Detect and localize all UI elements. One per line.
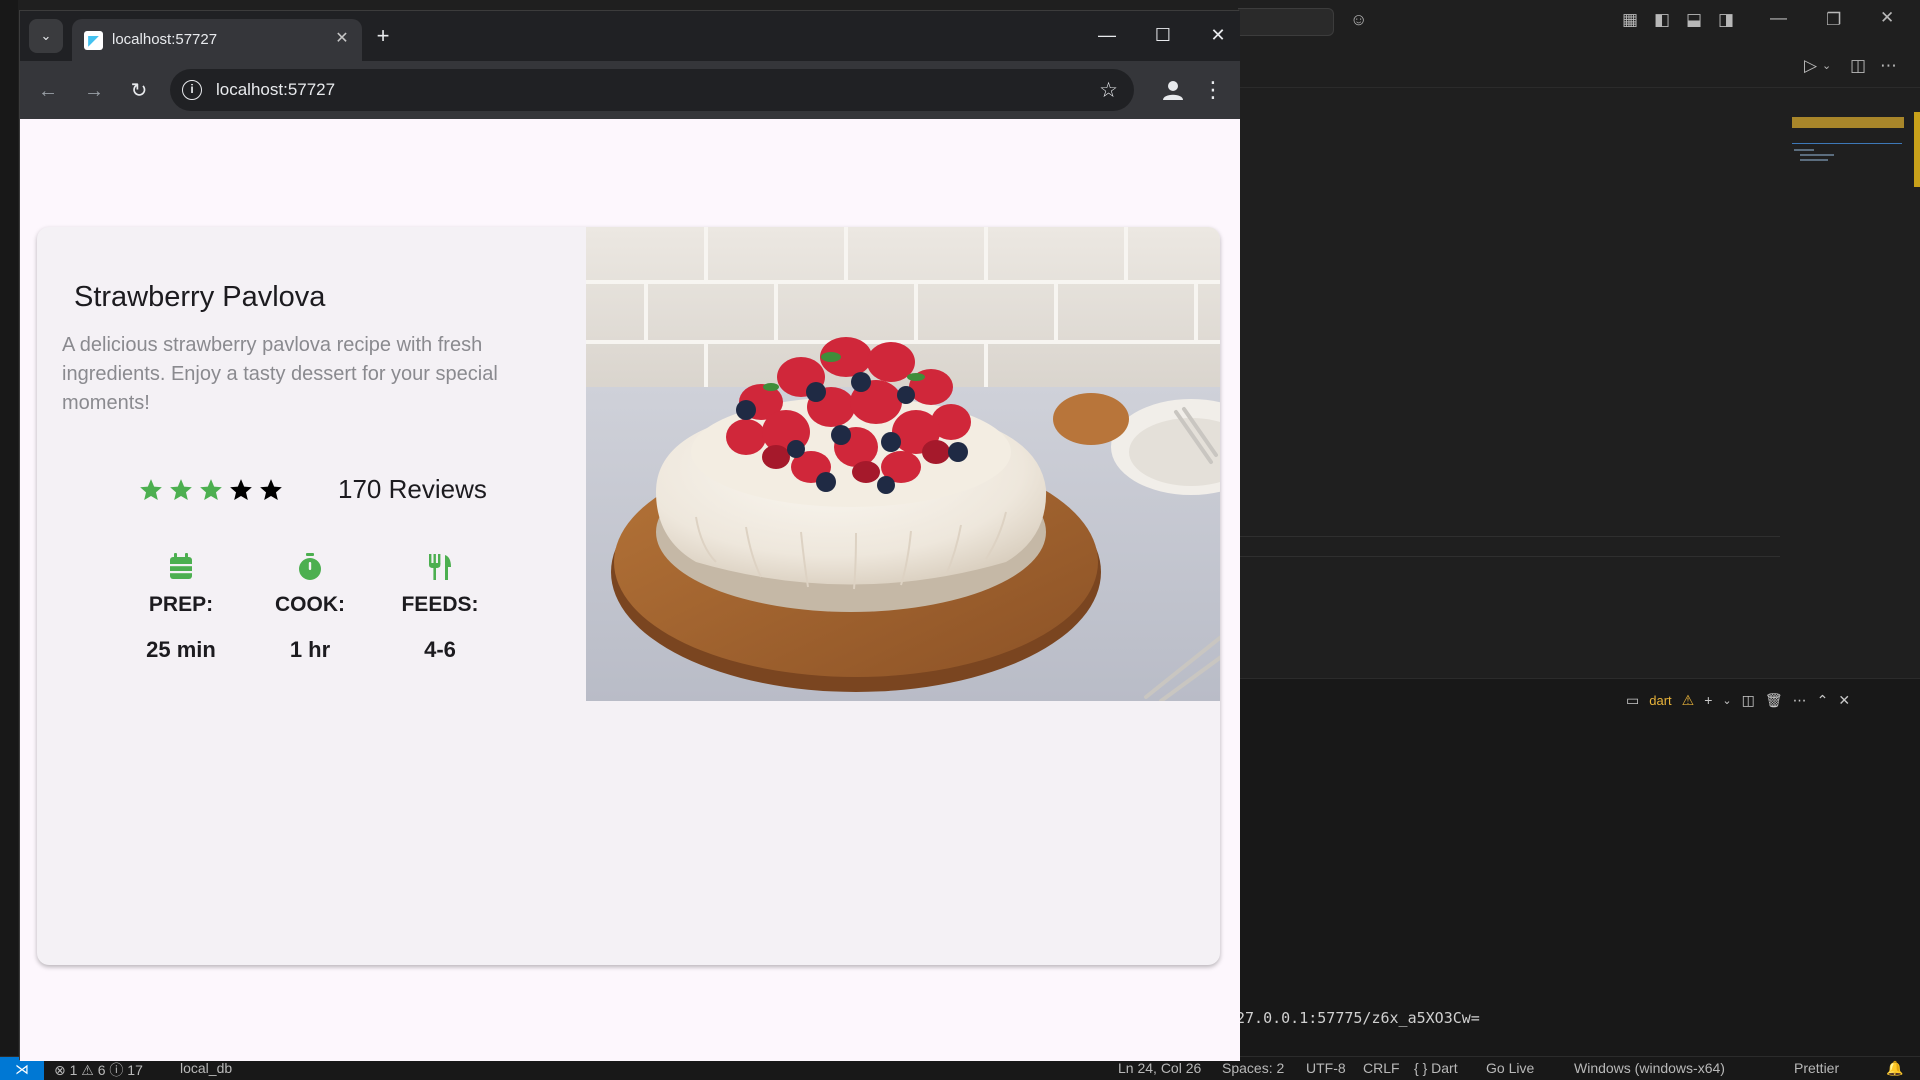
minimize-icon[interactable]: — bbox=[1770, 8, 1787, 28]
terminal-icon[interactable]: ▭ bbox=[1626, 692, 1639, 709]
forward-icon[interactable]: → bbox=[80, 77, 108, 105]
code-editor[interactable] bbox=[1240, 88, 1920, 678]
stat-label: PREP: bbox=[148, 593, 214, 616]
stat-value: 1 hr bbox=[289, 637, 331, 662]
toggle-secondary-sidebar-icon[interactable]: ◨ bbox=[1718, 10, 1734, 30]
stat-cook: COOK: 1 hr bbox=[250, 553, 370, 663]
restaurant-icon bbox=[429, 554, 451, 580]
toggle-panel-icon[interactable]: ⬓ bbox=[1686, 10, 1702, 30]
profile-icon[interactable] bbox=[1160, 77, 1186, 103]
terminal-tab-label[interactable]: dart bbox=[1649, 693, 1671, 708]
maximize-icon[interactable]: ☐ bbox=[1143, 21, 1183, 49]
reload-icon[interactable]: ↻ bbox=[125, 77, 153, 105]
warning-icon: ⚠ bbox=[1681, 691, 1695, 708]
eol-status[interactable]: CRLF bbox=[1363, 1060, 1400, 1076]
tab-title: localhost:57727 bbox=[112, 31, 218, 48]
recipe-description: A delicious strawberry pavlova recipe wi… bbox=[62, 334, 498, 414]
db-status[interactable]: local_db bbox=[180, 1060, 232, 1076]
copilot-icon[interactable]: ☺ bbox=[1350, 10, 1367, 30]
browser-window: ⌄ ◤ localhost:57727 ✕ + — ☐ ✕ ← → ↻ i lo… bbox=[19, 10, 1240, 1061]
close-icon[interactable]: ✕ bbox=[1880, 8, 1894, 28]
timer-icon bbox=[299, 553, 321, 580]
editor-actions-bar: ▷ ⌄ ◫ ⋯ bbox=[1240, 44, 1920, 88]
url-text[interactable]: localhost:57727 bbox=[216, 80, 335, 100]
minimize-icon[interactable]: — bbox=[1087, 21, 1127, 49]
minimap-text bbox=[1800, 154, 1834, 156]
prettier-status[interactable]: Prettier bbox=[1794, 1060, 1839, 1076]
stat-value: 4-6 bbox=[424, 637, 456, 662]
star-filled-icon bbox=[170, 479, 192, 500]
problems-status[interactable]: ⊗ 1 ⚠ 6 ⓘ 17 bbox=[54, 1060, 143, 1080]
stat-label: COOK: bbox=[275, 593, 345, 616]
tab-active[interactable]: ◤ localhost:57727 ✕ bbox=[72, 19, 362, 61]
site-info-icon[interactable]: i bbox=[182, 80, 202, 100]
tab-close-icon[interactable]: ✕ bbox=[332, 29, 352, 49]
more-actions-icon[interactable]: ⋯ bbox=[1793, 692, 1807, 709]
close-panel-icon[interactable]: ✕ bbox=[1838, 692, 1850, 709]
tab-search-button[interactable]: ⌄ bbox=[29, 19, 63, 53]
platform-status[interactable]: Windows (windows-x64) bbox=[1574, 1060, 1725, 1076]
editor-divider bbox=[1240, 536, 1780, 537]
split-editor-icon[interactable]: ◫ bbox=[1850, 56, 1866, 76]
stat-feeds: FEEDS: 4-6 bbox=[380, 553, 500, 663]
scrollbar-marker bbox=[1914, 112, 1920, 187]
minimap-text bbox=[1800, 159, 1828, 161]
language-status[interactable]: { } Dart bbox=[1414, 1060, 1458, 1076]
star-empty-icon bbox=[230, 479, 252, 500]
trash-icon[interactable]: 🗑 bbox=[1765, 692, 1783, 709]
star-filled-icon bbox=[140, 479, 162, 500]
chevron-down-icon[interactable]: ⌄ bbox=[1822, 56, 1831, 76]
more-actions-icon[interactable]: ⋯ bbox=[1880, 56, 1897, 76]
terminal-toolbar: ▭ dart ⚠ + ⌄ ◫ 🗑 ⋯ ⌃ ✕ bbox=[1626, 688, 1850, 712]
stat-prep: PREP: 25 min bbox=[121, 553, 241, 663]
new-tab-button[interactable]: + bbox=[370, 24, 396, 50]
editor-divider bbox=[1240, 556, 1780, 557]
address-bar[interactable]: i localhost:57727 ☆ bbox=[170, 69, 1134, 111]
minimap-text bbox=[1794, 149, 1814, 151]
chevron-down-icon[interactable]: ⌄ bbox=[1722, 694, 1731, 707]
star-filled-icon bbox=[200, 479, 222, 500]
new-terminal-icon[interactable]: + bbox=[1704, 692, 1712, 708]
star-empty-icon bbox=[260, 479, 282, 500]
vscode-command-center[interactable] bbox=[1238, 8, 1334, 36]
encoding-status[interactable]: UTF-8 bbox=[1306, 1060, 1346, 1076]
rating-stars bbox=[138, 477, 284, 503]
recipe-title: Strawberry Pavlova bbox=[74, 281, 326, 313]
close-icon[interactable]: ✕ bbox=[1198, 21, 1238, 49]
stat-label: FEEDS: bbox=[401, 593, 479, 616]
terminal-output: 27.0.0.1:57775/z6x_a5XO3Cw= bbox=[1236, 1009, 1480, 1027]
recipe-card: Strawberry Pavlova A delicious strawberr… bbox=[37, 227, 1220, 965]
browser-menu-icon[interactable]: ⋮ bbox=[1202, 75, 1224, 105]
reviews-count: 170 Reviews bbox=[338, 474, 487, 504]
bell-icon[interactable]: 🔔 bbox=[1886, 1060, 1903, 1077]
toggle-sidebar-icon[interactable]: ◧ bbox=[1654, 10, 1670, 30]
calendar-icon bbox=[170, 553, 192, 579]
terminal-panel bbox=[1240, 678, 1920, 1060]
golive-status[interactable]: Go Live bbox=[1486, 1060, 1534, 1076]
split-terminal-icon[interactable]: ◫ bbox=[1742, 692, 1755, 709]
vscode-activity-bar bbox=[0, 0, 18, 1060]
maximize-panel-icon[interactable]: ⌃ bbox=[1817, 692, 1829, 709]
minimap-highlight bbox=[1792, 117, 1904, 128]
browser-toolbar: ← → ↻ i localhost:57727 ☆ ⋮ bbox=[20, 61, 1240, 119]
minimap-selection bbox=[1792, 143, 1902, 144]
bookmark-star-icon[interactable]: ☆ bbox=[1099, 78, 1118, 103]
page-content: Strawberry Pavlova A delicious strawberr… bbox=[20, 119, 1240, 1061]
restore-icon[interactable]: ❐ bbox=[1826, 10, 1841, 30]
cursor-position[interactable]: Ln 24, Col 26 bbox=[1118, 1060, 1201, 1076]
back-icon[interactable]: ← bbox=[34, 77, 62, 105]
run-icon[interactable]: ▷ bbox=[1804, 56, 1817, 76]
stat-value: 25 min bbox=[146, 637, 216, 662]
indentation-status[interactable]: Spaces: 2 bbox=[1222, 1060, 1284, 1076]
pavlova-image bbox=[586, 227, 1220, 701]
customize-layout-icon[interactable]: ▦ bbox=[1622, 10, 1638, 30]
flutter-icon: ◤ bbox=[84, 31, 103, 50]
tab-strip: ⌄ ◤ localhost:57727 ✕ + — ☐ ✕ bbox=[20, 11, 1240, 61]
